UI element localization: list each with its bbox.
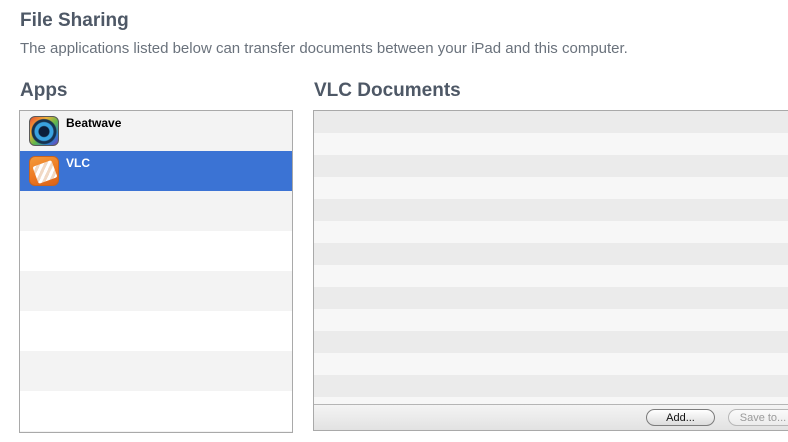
beatwave-app-icon [29,116,59,146]
empty-list-row [20,391,292,431]
app-item-beatwave[interactable]: Beatwave [20,111,292,151]
documents-panel: Add... Save to... [313,110,788,431]
vlc-app-icon [29,156,59,186]
page-title: File Sharing [20,10,129,31]
app-item-label: VLC [66,156,90,170]
empty-list-row [20,311,292,351]
file-sharing-page: File Sharing The applications listed bel… [0,0,788,442]
add-button[interactable]: Add... [646,409,715,426]
empty-list-row [20,191,292,231]
page-description: The applications listed below can transf… [20,40,628,57]
app-item-label: Beatwave [66,116,122,130]
documents-toolbar: Add... Save to... [314,404,788,430]
documents-heading: VLC Documents [314,80,461,101]
empty-list-row [20,231,292,271]
apps-list[interactable]: Beatwave VLC [19,110,293,433]
empty-list-row [20,351,292,391]
app-item-vlc[interactable]: VLC [20,151,292,191]
apps-heading: Apps [20,80,68,101]
documents-list[interactable] [314,111,788,405]
empty-list-row [20,271,292,311]
save-to-button[interactable]: Save to... [728,409,788,426]
